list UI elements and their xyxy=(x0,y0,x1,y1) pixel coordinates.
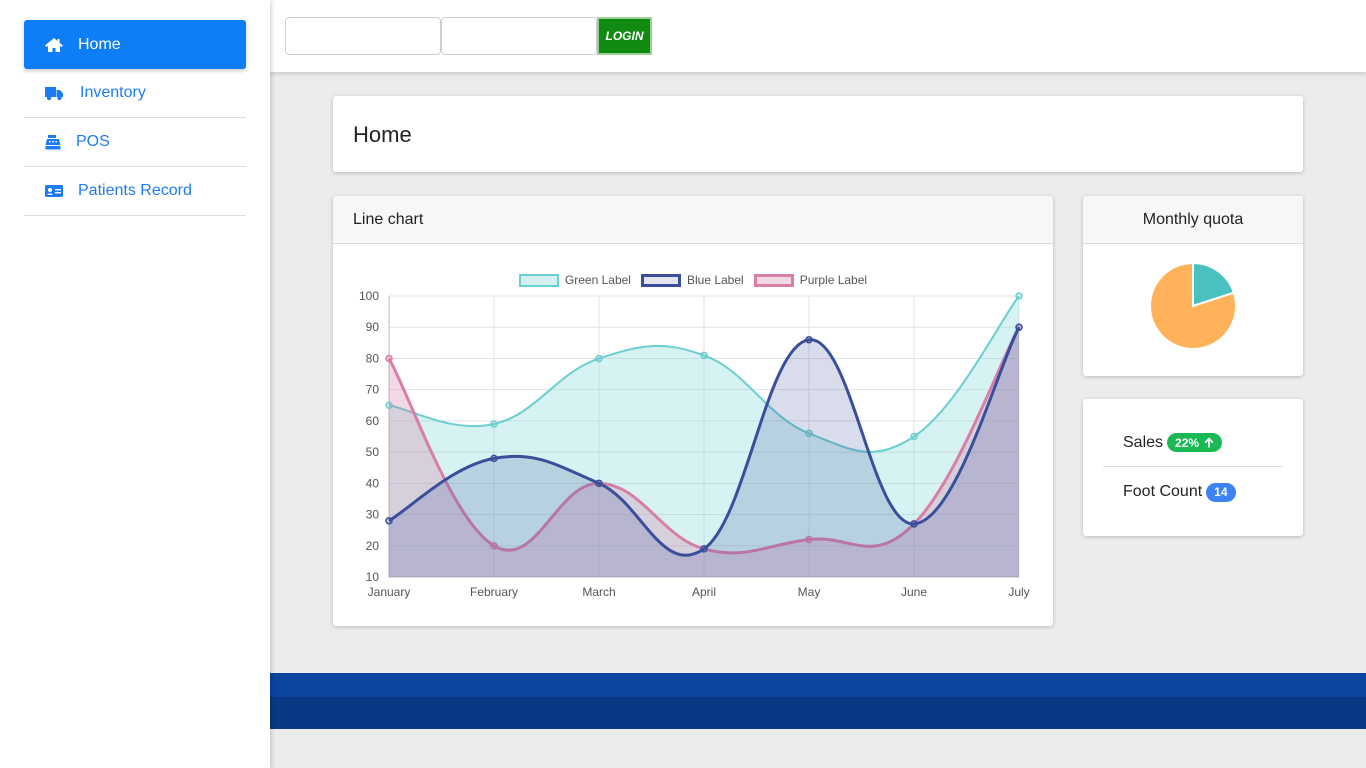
sidebar: Home Inventory POS Patients Record xyxy=(0,0,270,768)
arrow-up-icon xyxy=(1204,437,1214,448)
foot-count-badge: 14 xyxy=(1206,482,1236,502)
data-point xyxy=(595,479,603,488)
sales-badge: 22% xyxy=(1167,433,1223,452)
data-point xyxy=(700,545,708,553)
x-tick-label: June xyxy=(901,585,927,599)
sidebar-item-label: Patients Record xyxy=(78,182,192,199)
y-tick-label: 20 xyxy=(366,539,380,553)
topbar: LOGIN xyxy=(270,0,1366,72)
home-icon xyxy=(44,37,64,53)
foot-count-label: Foot Count xyxy=(1123,483,1203,500)
login-button[interactable]: LOGIN xyxy=(597,17,652,55)
data-point xyxy=(490,454,498,463)
sidebar-item-label: Inventory xyxy=(80,84,146,101)
x-tick-label: July xyxy=(1008,585,1029,599)
footer xyxy=(270,697,1366,729)
x-tick-label: January xyxy=(368,585,411,599)
pie-chart-title: Monthly quota xyxy=(1083,196,1303,244)
y-tick-label: 10 xyxy=(366,570,380,584)
y-tick-label: 30 xyxy=(366,508,380,522)
page-title-card: Home xyxy=(333,96,1303,172)
line-chart: 10 20 30 40 50 60 70 80 90 100 January February Marc… xyxy=(359,289,1030,599)
sidebar-item-label: POS xyxy=(76,133,110,150)
page-title: Home xyxy=(353,122,412,147)
x-tick-label: May xyxy=(798,585,821,599)
data-point xyxy=(1015,292,1023,300)
y-tick-label: 90 xyxy=(366,320,380,334)
data-point xyxy=(490,420,498,428)
x-tick-label: March xyxy=(582,585,615,599)
footer-band xyxy=(270,673,1366,697)
data-point xyxy=(385,354,393,363)
truck-icon xyxy=(44,85,64,101)
sidebar-nav: Home Inventory POS Patients Record xyxy=(24,20,246,216)
cash-register-icon xyxy=(44,134,64,150)
sidebar-item-inventory[interactable]: Inventory xyxy=(24,69,246,118)
data-point xyxy=(910,432,918,441)
y-tick-label: 40 xyxy=(366,476,380,490)
pie-chart-card: Monthly quota xyxy=(1083,196,1303,376)
data-point xyxy=(595,354,603,363)
foot-count-stat: Foot Count 14 xyxy=(1103,468,1283,516)
data-point xyxy=(910,520,918,528)
sales-label: Sales xyxy=(1123,433,1164,451)
y-tick-label: 100 xyxy=(359,289,379,303)
stats-card: Sales 22% Foot Count 14 xyxy=(1083,399,1303,536)
line-chart-card: Line chart Green Label Blue Label Purple… xyxy=(333,196,1053,626)
sidebar-item-pos[interactable]: POS xyxy=(24,118,246,167)
sidebar-item-label: Home xyxy=(78,35,121,53)
data-point xyxy=(805,335,813,344)
sales-stat: Sales 22% xyxy=(1103,419,1283,467)
data-point xyxy=(385,517,393,525)
x-tick-label: February xyxy=(470,585,518,599)
sales-badge-value: 22% xyxy=(1175,435,1200,450)
y-tick-label: 60 xyxy=(366,414,380,428)
y-tick-label: 70 xyxy=(366,383,380,397)
sidebar-item-home[interactable]: Home xyxy=(24,20,246,69)
y-tick-label: 50 xyxy=(366,445,380,459)
username-input[interactable] xyxy=(285,17,441,55)
x-tick-label: April xyxy=(692,585,716,599)
sidebar-item-patients-record[interactable]: Patients Record xyxy=(24,167,246,216)
y-tick-label: 80 xyxy=(366,351,380,365)
data-point xyxy=(700,351,708,360)
password-input[interactable] xyxy=(441,17,597,55)
data-point xyxy=(1015,323,1023,331)
pie-chart xyxy=(1149,261,1237,350)
id-card-icon xyxy=(44,183,64,199)
